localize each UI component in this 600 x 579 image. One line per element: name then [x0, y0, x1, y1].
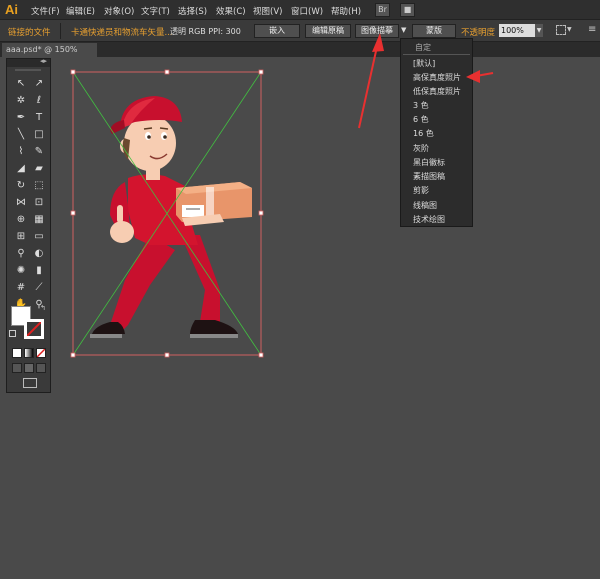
annotation-arrows — [358, 33, 494, 129]
annotation-arrow — [358, 33, 384, 129]
annotation-arrow — [466, 70, 494, 83]
